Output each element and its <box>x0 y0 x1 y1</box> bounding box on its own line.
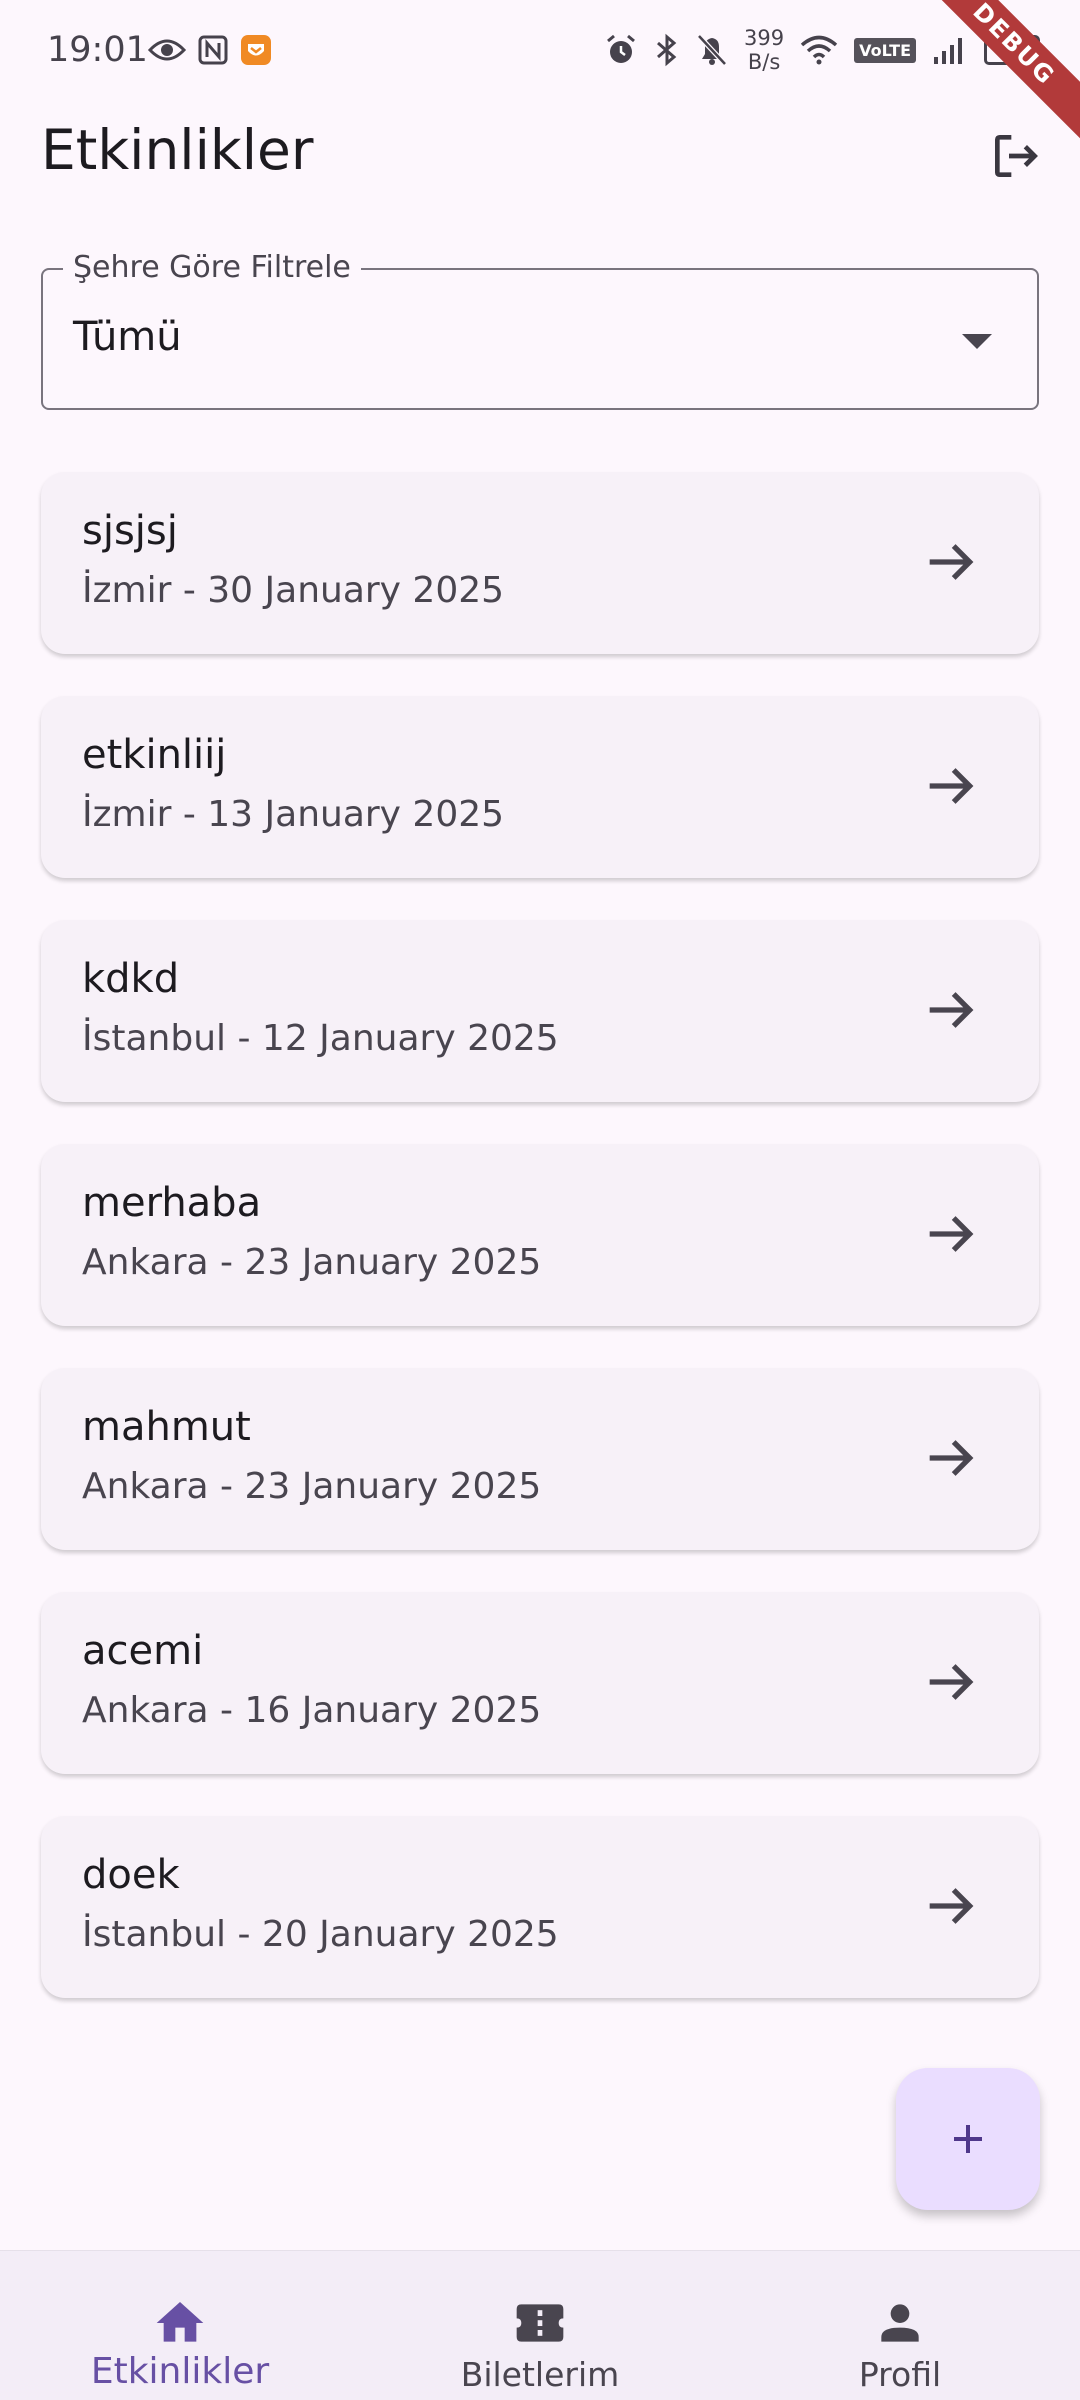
arrow-right-icon <box>929 768 974 804</box>
event-location-date: Ankara - 23 January 2025 <box>82 1466 542 1507</box>
nav-label: Etkinlikler <box>90 2351 270 2392</box>
city-filter-value: Tümü <box>73 314 182 360</box>
ticket-icon <box>516 2304 564 2342</box>
event-card[interactable]: sjsjsj İzmir - 30 January 2025 <box>41 472 1039 654</box>
arrow-right-icon <box>929 1664 974 1700</box>
plus-icon <box>954 2125 982 2153</box>
event-location-date: İstanbul - 20 January 2025 <box>82 1914 559 1955</box>
event-location-date: İzmir - 13 January 2025 <box>82 794 505 835</box>
event-card[interactable]: acemi Ankara - 16 January 2025 <box>41 1592 1039 1774</box>
screen: 19:01 399 B/s VoLTE DEBUG Etkinlikler Şe… <box>0 0 1080 2400</box>
logout-icon <box>995 135 1038 177</box>
event-location-date: İstanbul - 12 January 2025 <box>82 1018 559 1059</box>
nfc-icon <box>198 35 228 65</box>
page-title: Etkinlikler <box>41 118 314 182</box>
status-bar: 19:01 399 B/s VoLTE <box>0 0 1080 100</box>
network-speed-value: 399 <box>744 26 785 50</box>
event-card[interactable]: mahmut Ankara - 23 January 2025 <box>41 1368 1039 1550</box>
event-location-date: İzmir - 30 January 2025 <box>82 570 505 611</box>
nav-item-etkinlikler[interactable]: Etkinlikler <box>0 2251 360 2400</box>
arrow-right-icon <box>929 1440 974 1476</box>
event-name: mahmut <box>82 1404 251 1450</box>
event-list: sjsjsj İzmir - 30 January 2025 etkinliij… <box>41 472 1039 2040</box>
event-location-date: Ankara - 23 January 2025 <box>82 1242 542 1283</box>
event-name: doek <box>82 1852 180 1898</box>
nav-item-biletlerim[interactable]: Biletlerim <box>360 2251 720 2400</box>
logout-button[interactable] <box>978 118 1054 194</box>
signal-icon <box>934 38 962 64</box>
arrow-right-icon <box>929 1216 974 1252</box>
event-name: etkinliij <box>82 732 227 778</box>
alarm-icon <box>607 34 635 63</box>
nav-label: Biletlerim <box>460 2355 620 2394</box>
event-name: acemi <box>82 1628 204 1674</box>
volte-badge: VoLTE <box>854 37 916 63</box>
eye-icon <box>148 39 186 61</box>
status-time: 19:01 <box>47 30 148 70</box>
nav-item-profil[interactable]: Profil <box>720 2251 1080 2400</box>
event-card[interactable]: merhaba Ankara - 23 January 2025 <box>41 1144 1039 1326</box>
person-icon <box>881 2304 919 2342</box>
home-icon <box>156 2302 204 2342</box>
bluetooth-icon <box>657 33 677 67</box>
event-card[interactable]: kdkd İstanbul - 12 January 2025 <box>41 920 1039 1102</box>
event-card[interactable]: doek İstanbul - 20 January 2025 <box>41 1816 1039 1998</box>
dropdown-arrow-icon <box>962 334 992 349</box>
bell-off-icon <box>697 34 727 66</box>
event-name: kdkd <box>82 956 180 1002</box>
bottom-navigation: Etkinlikler Biletlerim Profil <box>0 2250 1080 2400</box>
wifi-icon <box>800 35 838 65</box>
event-card[interactable]: etkinliij İzmir - 13 January 2025 <box>41 696 1039 878</box>
status-left-icons <box>148 34 272 66</box>
arrow-right-icon <box>929 544 974 580</box>
nav-label: Profil <box>858 2355 942 2394</box>
event-name: sjsjsj <box>82 508 178 554</box>
event-location-date: Ankara - 16 January 2025 <box>82 1690 542 1731</box>
arrow-right-icon <box>929 992 974 1028</box>
network-speed-unit: B/s <box>747 50 781 74</box>
network-speed: 399 B/s <box>744 26 784 74</box>
arrow-right-icon <box>929 1888 974 1924</box>
city-filter-dropdown[interactable]: Şehre Göre Filtrele Tümü <box>41 250 1039 410</box>
event-name: merhaba <box>82 1180 262 1226</box>
add-event-button[interactable] <box>896 2068 1040 2210</box>
city-filter-label: Şehre Göre Filtrele <box>63 250 361 285</box>
app-notification-icon <box>241 35 271 65</box>
